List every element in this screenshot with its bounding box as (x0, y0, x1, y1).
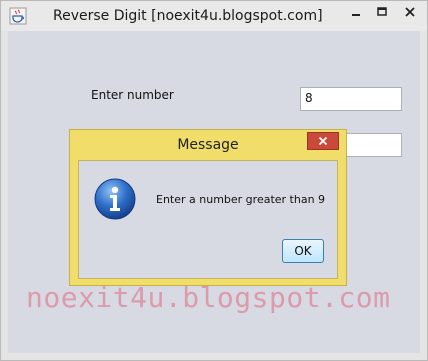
main-window: Reverse Digit [noexit4u.blogspot.com] En… (0, 0, 428, 361)
maximize-icon[interactable] (369, 3, 395, 21)
dialog-body: Enter a number greater than 9 OK (78, 160, 338, 279)
window-titlebar[interactable]: Reverse Digit [noexit4u.blogspot.com] (1, 1, 427, 31)
dialog-message: Enter a number greater than 9 (156, 193, 326, 206)
close-icon[interactable] (397, 3, 423, 21)
message-dialog: Message Enter a number greater than 9 OK (69, 129, 347, 286)
ok-button[interactable]: OK (282, 239, 324, 263)
info-icon (93, 177, 137, 221)
dialog-title: Message (177, 137, 239, 153)
number-label: Enter number (91, 88, 174, 102)
java-cup-icon (9, 7, 27, 25)
window-title: Reverse Digit [noexit4u.blogspot.com] (53, 8, 323, 24)
minimize-icon[interactable] (343, 3, 369, 21)
number-input[interactable]: 8 (300, 87, 402, 111)
close-icon[interactable] (307, 132, 339, 150)
